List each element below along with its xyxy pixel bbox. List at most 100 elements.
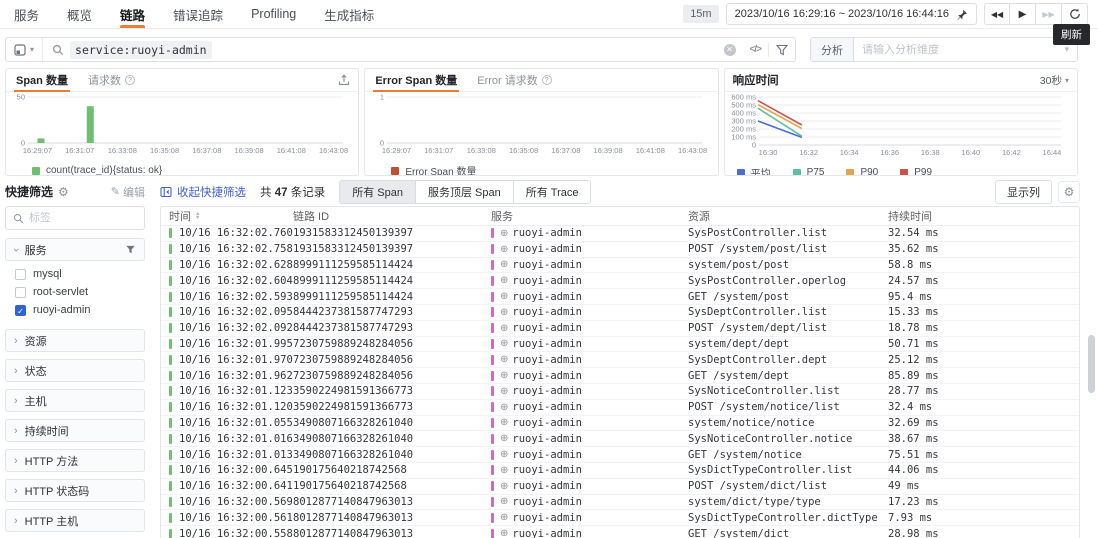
nav-tab-overview[interactable]: 概览 [67, 0, 92, 28]
chart-tab[interactable]: Error Span 数量 [373, 69, 460, 92]
table-row[interactable]: 10/16 16:32:01.016 3490807166328261040 ⊕ ru… [161, 431, 1079, 448]
code-view-icon[interactable]: </> [743, 38, 768, 61]
step-forward-button[interactable]: ▶▶ [1036, 3, 1062, 25]
table-row[interactable]: 10/16 16:32:01.995 7230759889248284056 ⊕ ru… [161, 337, 1079, 353]
table-row[interactable]: 10/16 16:32:00.645 190175640218742568 ⊕ ruo… [161, 463, 1079, 479]
gear-icon: ⚙ [1063, 184, 1075, 199]
filter-option[interactable]: root-servlet [15, 286, 141, 298]
refresh-button[interactable] [1062, 3, 1088, 25]
table-row[interactable]: 10/16 16:32:02.593 8999111259585114424 ⊕ ru… [161, 289, 1079, 305]
table-row[interactable]: 10/16 16:32:02.758 1931583312450139397 ⊕ ru… [161, 242, 1079, 258]
view-mode-tab[interactable]: 所有 Trace [512, 180, 591, 203]
filter-section-label: 持续时间 [24, 425, 69, 438]
tag-search-box[interactable] [5, 206, 145, 230]
filter-section-header[interactable]: › 状态 [5, 359, 145, 382]
column-header[interactable]: 服务 [491, 208, 688, 224]
filter-section-header[interactable]: › 主机 [5, 389, 145, 412]
filter-section-header[interactable]: › HTTP 状态码 [5, 479, 145, 502]
nav-tab-generate-metrics[interactable]: 生成指标 [324, 0, 374, 28]
trace-search-bar[interactable]: ▾ service:ruoyi-admin ✕ </> [5, 37, 796, 62]
nav-tab-profiling[interactable]: Profiling [251, 0, 296, 28]
step-back-button[interactable]: ◀◀ [984, 3, 1010, 25]
filter-section-header[interactable]: › 持续时间 [5, 419, 145, 442]
table-row[interactable]: 10/16 16:32:02.092 8444237381587747293 ⊕ ru… [161, 321, 1079, 337]
table-row[interactable]: 10/16 16:32:02.628 8999111259585114424 ⊕ ru… [161, 258, 1079, 274]
search-query-token[interactable]: service:ruoyi-admin [70, 40, 212, 59]
table-row[interactable]: 10/16 16:32:01.123 3590224981591366773 ⊕ ru… [161, 384, 1079, 400]
nav-tab-label: 生成指标 [324, 8, 375, 23]
globe-icon: ⊕ [500, 433, 509, 445]
tag-search-input[interactable] [29, 212, 119, 224]
query-mode-selector[interactable]: ▾ [6, 38, 44, 61]
export-icon[interactable] [338, 74, 350, 86]
filter-section: › HTTP 状态码 [5, 479, 145, 502]
column-header[interactable]: 持续时间 [888, 208, 1079, 224]
table-row[interactable]: 10/16 16:32:00.569 8012877140847963013 ⊕ ru… [161, 495, 1079, 511]
filter-section: › 状态 [5, 359, 145, 382]
table-row[interactable]: 10/16 16:32:01.962 7230759889248284056 ⊕ ru… [161, 368, 1079, 384]
legend-item[interactable]: P90 [846, 167, 878, 175]
scrollbar-thumb[interactable] [1088, 335, 1095, 393]
time-range-quick[interactable]: 15m [683, 5, 719, 23]
help-icon[interactable]: ? [541, 75, 552, 85]
sort-icon[interactable]: ▲ ▼ [195, 211, 200, 221]
legend-item[interactable]: count(trace_id){status: ok} [32, 165, 162, 175]
column-header[interactable]: 资源 [688, 208, 888, 224]
vertical-scrollbar[interactable] [1088, 205, 1095, 538]
chart-tab[interactable]: Error 请求数? [475, 69, 554, 91]
show-columns-button[interactable]: 显示列 [995, 179, 1052, 204]
collapse-quick-filter-button[interactable]: 收起快捷筛选 [160, 184, 246, 200]
column-header[interactable]: 时间 ▲ ▼ [169, 208, 293, 224]
time-cell: 10/16 16:32:01.055 [169, 417, 293, 429]
checkbox[interactable] [15, 268, 26, 280]
checkbox[interactable] [15, 286, 26, 298]
nav-tab-error-tracking[interactable]: 错误追踪 [173, 0, 223, 28]
table-row[interactable]: 10/16 16:32:00.558 8012877140847963013 ⊕ ru… [161, 526, 1079, 538]
filter-section-header[interactable]: › 服务 [5, 238, 145, 261]
table-row[interactable]: 10/16 16:32:02.604 8999111259585114424 ⊕ ru… [161, 273, 1079, 290]
clear-search-icon[interactable]: ✕ [717, 38, 743, 61]
chart-tab[interactable]: 请求数? [86, 69, 137, 91]
svg-text:50: 50 [17, 93, 25, 102]
table-row[interactable]: 10/16 16:32:02.760 1931583312450139397 ⊕ ru… [161, 226, 1079, 242]
interval-select[interactable]: 30秒 ▾ [1040, 73, 1069, 88]
help-icon[interactable]: ? [124, 75, 135, 85]
time-cell: 10/16 16:32:00.561 [169, 512, 293, 524]
filter-option[interactable]: ✓ ruoyi-admin [15, 304, 141, 316]
table-row[interactable]: 10/16 16:32:00.641 190175640218742568 ⊕ ruo… [161, 479, 1079, 495]
filter-section-header[interactable]: › HTTP 主机 [5, 509, 145, 532]
chevron-down-icon[interactable]: ▾ [1064, 44, 1069, 55]
filter-section-header[interactable]: › HTTP 方法 [5, 449, 145, 472]
column-header[interactable]: 链路 ID [293, 208, 491, 224]
table-row[interactable]: 10/16 16:32:00.561 8012877140847963013 ⊕ ru… [161, 510, 1079, 527]
filter-section-header[interactable]: › 资源 [5, 329, 145, 352]
globe-icon: ⊕ [500, 512, 509, 524]
table-row[interactable]: 10/16 16:32:01.970 7230759889248284056 ⊕ ru… [161, 352, 1079, 369]
list-controls: 收起快捷筛选 共 47 条记录 所有 Span 服务顶层 Span 所有 Trace [160, 179, 995, 204]
view-mode-tab[interactable]: 服务顶层 Span [414, 180, 513, 203]
checkbox[interactable]: ✓ [15, 304, 26, 316]
table-row[interactable]: 10/16 16:32:01.055 3490807166328261040 ⊕ ru… [161, 416, 1079, 432]
gear-icon[interactable]: ⚙ [58, 185, 69, 199]
edit-filters-button[interactable]: ✎ 编辑 [111, 184, 145, 200]
table-row[interactable]: 10/16 16:32:01.013 3490807166328261040 ⊕ ru… [161, 447, 1079, 463]
legend-item[interactable]: 平均 [736, 165, 771, 175]
chart-tab[interactable]: Span 数量 [14, 69, 70, 92]
filter-icon[interactable] [769, 38, 795, 61]
filter-option[interactable]: mysql [15, 268, 141, 280]
filter-option-label: root-servlet [33, 286, 89, 298]
analysis-input[interactable] [854, 43, 1065, 56]
nav-tab-traces[interactable]: 链路 [120, 0, 146, 28]
filter-icon[interactable] [125, 244, 136, 255]
legend-item[interactable]: P99 [900, 167, 932, 175]
table-settings-button[interactable]: ⚙ [1058, 180, 1080, 203]
nav-tab-services[interactable]: 服务 [14, 0, 39, 28]
pin-icon[interactable] [957, 9, 968, 20]
legend-item[interactable]: Error Span 数量 [391, 163, 476, 175]
table-row[interactable]: 10/16 16:32:02.095 8444237381587747293 ⊕ ru… [161, 305, 1079, 321]
view-mode-tab[interactable]: 所有 Span [340, 180, 415, 203]
table-row[interactable]: 10/16 16:32:01.120 3590224981591366773 ⊕ ru… [161, 400, 1079, 416]
time-range-picker[interactable]: 2023/10/16 16:29:16 ~ 2023/10/16 16:44:1… [725, 3, 977, 25]
legend-item[interactable]: P75 [792, 167, 824, 175]
play-button[interactable]: ▶ [1010, 3, 1036, 25]
